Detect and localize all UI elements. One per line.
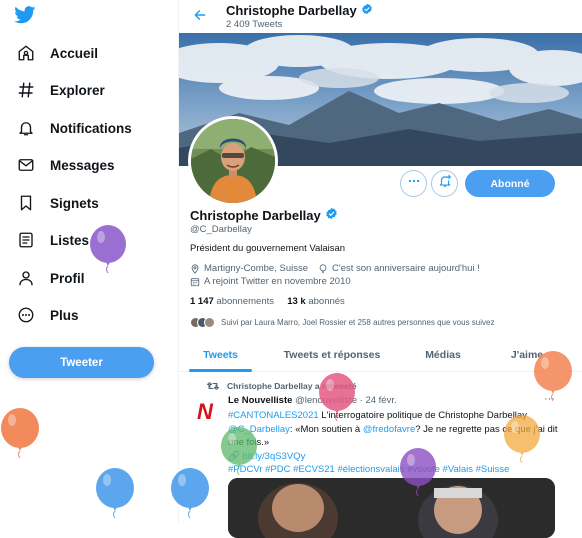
sidebar-item-label: Signets — [50, 195, 99, 211]
hashtag-link[interactable]: #CANTONALES2021 — [228, 410, 319, 421]
sidebar-item-label: Explorer — [50, 82, 105, 98]
profile-handle: @C_Darbellay — [190, 224, 252, 235]
mention-link[interactable]: @fredofavre — [363, 424, 415, 435]
profile-birthday: C'est son anniversaire aujourd'hui ! — [332, 263, 480, 274]
profile-location: Martigny-Combe, Suisse — [204, 263, 309, 274]
bell-plus-icon — [438, 174, 452, 193]
balloon-icon — [533, 351, 573, 406]
notify-button[interactable] — [431, 170, 458, 197]
hashtag-icon — [16, 80, 36, 100]
balloon-icon — [95, 468, 135, 523]
sidebar-item-notifications[interactable]: Notifications — [16, 114, 132, 142]
avatar — [204, 317, 215, 328]
sidebar-item-signets[interactable]: Signets — [16, 189, 99, 217]
followers-link[interactable]: 13 k abonnés — [287, 296, 345, 307]
following-count: 1 147 — [190, 296, 214, 307]
tweet-date[interactable]: · 24 févr. — [360, 395, 397, 406]
bookmark-icon — [16, 193, 36, 213]
sidebar-item-label: Notifications — [50, 120, 132, 136]
tweet-media-image[interactable] — [228, 478, 555, 538]
sidebar-item-plus[interactable]: Plus — [16, 301, 79, 329]
sidebar-item-label: Plus — [50, 307, 79, 323]
profile-name: Christophe Darbellay — [190, 207, 338, 223]
balloon-icon — [220, 427, 258, 480]
sidebar-item-label: Profil — [50, 270, 85, 286]
balloon-icon — [503, 415, 541, 468]
tweet-button[interactable]: Tweeter — [9, 347, 154, 378]
sidebar-item-profil[interactable]: Profil — [16, 264, 85, 292]
following-button[interactable]: Abonné — [465, 170, 555, 197]
location-pin-icon — [190, 263, 200, 274]
person-icon — [16, 268, 36, 288]
home-icon — [16, 43, 36, 63]
tweet-author-avatar[interactable]: N — [190, 396, 220, 426]
hashtags-link[interactable]: #PDCVr #PDC #ECVS21 #électionsvalais #vs… — [228, 464, 509, 475]
tweet-count: 2 409 Tweets — [226, 19, 283, 30]
sidebar-item-label: Listes — [50, 232, 90, 248]
more-circle-icon — [16, 305, 36, 325]
tab-tweets[interactable]: Tweets — [189, 338, 252, 372]
sidebar-item-listes[interactable]: Listes — [16, 226, 89, 254]
twitter-logo-icon[interactable] — [14, 6, 36, 24]
followed-by-text: Suivi par Laura Marro, Joel Rossier et 2… — [221, 318, 495, 327]
balloon-icon — [89, 225, 127, 278]
tab-tweets-replies[interactable]: Tweets et réponses — [272, 338, 392, 372]
more-horizontal-icon — [407, 174, 421, 193]
list-icon — [16, 230, 36, 250]
sidebar-item-label: Messages — [50, 157, 115, 173]
verified-badge-icon — [325, 207, 338, 223]
profile-joined-row: A rejoint Twitter en novembre 2010 — [190, 276, 351, 287]
header-title: Christophe Darbellay — [226, 3, 373, 18]
back-arrow-icon[interactable] — [193, 8, 207, 22]
active-tab-indicator — [189, 369, 252, 372]
balloon-icon — [318, 373, 356, 426]
profile-meta: Martigny-Combe, Suisse C'est son anniver… — [190, 263, 480, 274]
sidebar-item-messages[interactable]: Messages — [16, 151, 115, 179]
sidebar-item-explorer[interactable]: Explorer — [16, 76, 105, 104]
profile-avatar[interactable] — [188, 116, 278, 206]
followers-label: abonnés — [308, 296, 345, 307]
profile-bio: Président du gouvernement Valaisan — [190, 243, 346, 254]
bell-icon — [16, 118, 36, 138]
envelope-icon — [16, 155, 36, 175]
balloon-icon — [399, 448, 437, 501]
tweet-author-name[interactable]: Le Nouvelliste — [228, 395, 292, 406]
following-link[interactable]: 1 147 abonnements — [190, 296, 274, 307]
balloon-icon — [170, 468, 210, 523]
profile-joined: A rejoint Twitter en novembre 2010 — [204, 276, 351, 287]
profile-tabs: Tweets Tweets et réponses Médias J'aime — [179, 338, 582, 372]
followed-by-row[interactable]: Suivi par Laura Marro, Joel Rossier et 2… — [190, 317, 494, 328]
more-options-button[interactable] — [400, 170, 427, 197]
tab-media[interactable]: Médias — [409, 338, 477, 372]
nouvelliste-logo-icon: N — [197, 399, 214, 424]
tweet-header: Le Nouvelliste @lenouvelliste · 24 févr. — [228, 395, 397, 406]
sidebar-item-accueil[interactable]: Accueil — [16, 39, 98, 67]
verified-badge-icon — [361, 3, 373, 18]
retweet-icon — [207, 381, 219, 391]
profile-name-text: Christophe Darbellay — [190, 207, 321, 223]
profile-stats: 1 147 abonnements 13 k abonnés — [190, 296, 345, 307]
balloon-icon — [0, 408, 40, 463]
header-name: Christophe Darbellay — [226, 3, 357, 18]
followers-count: 13 k — [287, 296, 306, 307]
following-label: abonnements — [216, 296, 274, 307]
balloon-icon — [318, 263, 328, 274]
calendar-icon — [190, 277, 200, 287]
sidebar-item-label: Accueil — [50, 45, 99, 61]
